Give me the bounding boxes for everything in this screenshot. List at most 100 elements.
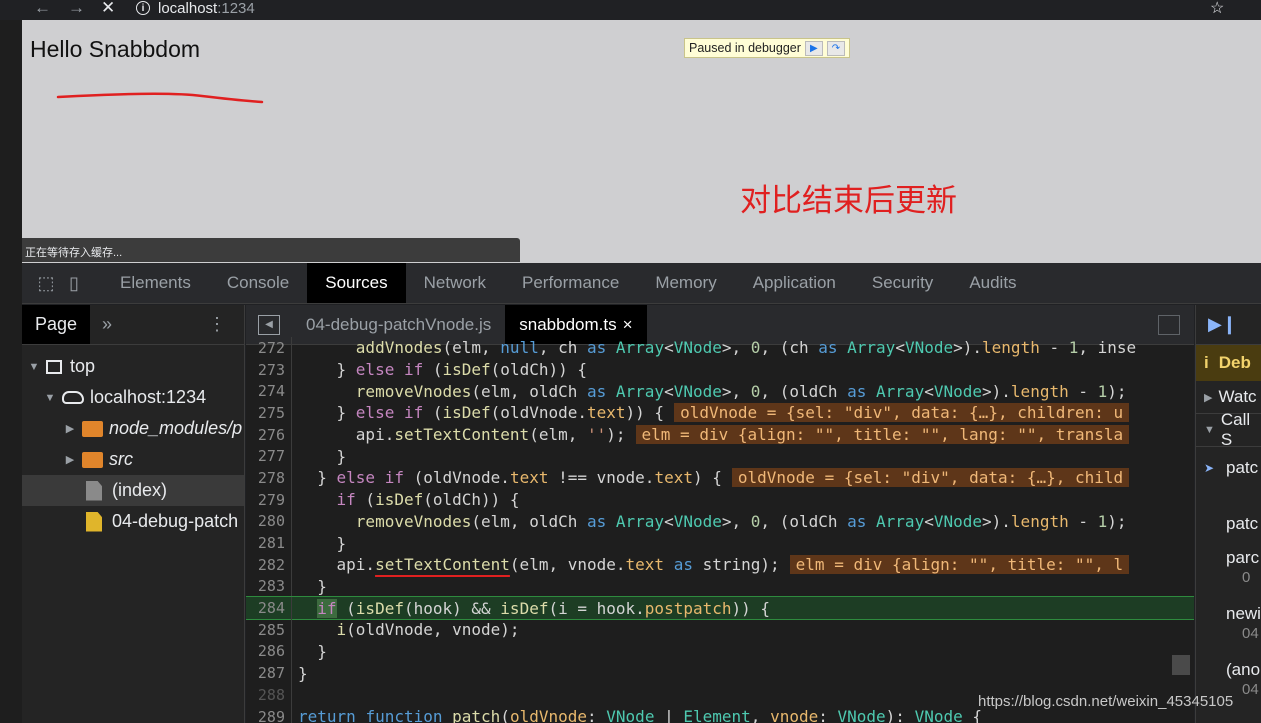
call-frame[interactable]: patc bbox=[1196, 509, 1261, 539]
navigator-tabs: Page » ⋮ bbox=[22, 305, 244, 345]
back-icon[interactable]: ← bbox=[34, 0, 51, 18]
collapsed-triangle-icon: ▶ bbox=[65, 423, 75, 435]
inspect-element-icon[interactable]: ⬚ bbox=[32, 263, 60, 303]
debugger-paused-banner: i Deb bbox=[1196, 345, 1261, 381]
paused-in-debugger-overlay: Paused in debugger ▶ ↷ bbox=[684, 38, 850, 58]
tab-network[interactable]: Network bbox=[406, 263, 504, 303]
line-number[interactable]: 279 bbox=[246, 488, 292, 511]
line-number[interactable]: 278 bbox=[246, 467, 292, 489]
tab-performance[interactable]: Performance bbox=[504, 263, 637, 303]
page-viewport: Hello Snabbdom Paused in debugger ▶ ↷ 对比… bbox=[22, 20, 1261, 263]
tree-item-top[interactable]: ▼ top bbox=[22, 351, 244, 382]
line-number[interactable]: 286 bbox=[246, 640, 292, 663]
browser-toolbar: ← → ✕ i localhost:1234 ☆ bbox=[0, 0, 1261, 20]
toggle-navigator-icon[interactable]: ◀ bbox=[258, 314, 280, 335]
code-line: 277 } bbox=[246, 445, 1194, 468]
collapsed-triangle-icon: ▶ bbox=[1204, 391, 1213, 404]
tab-application[interactable]: Application bbox=[735, 263, 854, 303]
left-edge bbox=[0, 20, 22, 723]
line-number[interactable]: 283 bbox=[246, 575, 292, 598]
banner-label: Deb bbox=[1218, 353, 1251, 372]
red-underline-annotation bbox=[56, 92, 264, 104]
step-over-button[interactable]: ↷ bbox=[826, 40, 845, 56]
editor-tab-label: 04-debug-patchVnode.js bbox=[306, 314, 492, 334]
tab-security[interactable]: Security bbox=[854, 263, 951, 303]
expanded-triangle-icon: ▼ bbox=[28, 360, 40, 373]
call-frame[interactable]: ➤ patc bbox=[1196, 453, 1261, 483]
stop-icon[interactable]: ✕ bbox=[101, 0, 115, 18]
frame-name: parc bbox=[1226, 548, 1260, 567]
call-frame[interactable]: newi 04 bbox=[1196, 599, 1261, 642]
tree-item-src[interactable]: ▶ src bbox=[22, 444, 244, 475]
tab-console[interactable]: Console bbox=[209, 263, 307, 303]
current-execution-line: 284 if (isDef(hook) && isDef(i = hook.po… bbox=[246, 596, 1194, 620]
file-icon bbox=[86, 480, 102, 501]
tree-label: src bbox=[109, 449, 133, 469]
resume-button[interactable]: ▶ bbox=[804, 40, 823, 56]
code-line: 286 } bbox=[246, 640, 1194, 663]
tab-page[interactable]: Page bbox=[22, 305, 91, 344]
line-number[interactable]: 288 bbox=[246, 684, 292, 706]
sources-navigator: Page » ⋮ ▼ top ▼ localhost:1234 ▶ node_m… bbox=[22, 305, 245, 723]
call-stack-section[interactable]: ▼ Call S bbox=[1196, 410, 1261, 449]
current-frame-arrow-icon: ➤ bbox=[1204, 461, 1215, 475]
status-bubble: 正在等待存入缓存... bbox=[22, 238, 520, 262]
line-number[interactable]: 284 bbox=[246, 597, 292, 619]
code-line: 287} bbox=[246, 662, 1194, 684]
frame-location: 04 bbox=[1242, 681, 1259, 698]
tab-audits[interactable]: Audits bbox=[951, 263, 1034, 303]
scrollbar-thumb[interactable] bbox=[1172, 655, 1190, 675]
debugger-sidebar: ▶❙ i Deb ▶ Watc ▼ Call S ➤ patc patc parc 0 n… bbox=[1195, 305, 1261, 723]
line-number[interactable]: 280 bbox=[246, 510, 292, 533]
frame-icon bbox=[46, 359, 62, 374]
line-number[interactable]: 289 bbox=[246, 705, 292, 723]
line-number[interactable]: 272 bbox=[246, 337, 292, 359]
close-icon[interactable]: × bbox=[623, 315, 633, 335]
file-tree: ▼ top ▼ localhost:1234 ▶ node_modules/p … bbox=[22, 345, 244, 537]
tree-item-debug-script[interactable]: 04-debug-patch bbox=[22, 506, 244, 537]
kebab-menu-icon[interactable]: ⋮ bbox=[208, 314, 226, 335]
line-number[interactable]: 274 bbox=[246, 380, 292, 403]
frame-name: patc bbox=[1226, 458, 1259, 477]
tree-item-localhost[interactable]: ▼ localhost:1234 bbox=[22, 382, 244, 413]
resume-icon[interactable]: ▶❙ bbox=[1208, 314, 1237, 335]
inline-value-annotation: oldVnode = {sel: "div", data: {…}, child bbox=[731, 468, 1130, 488]
code-line: 285 i(oldVnode, vnode); bbox=[246, 618, 1194, 641]
code-line: 273 } else if (isDef(oldCh)) { bbox=[246, 358, 1194, 381]
line-number[interactable]: 285 bbox=[246, 618, 292, 641]
device-toolbar-icon[interactable]: ▯ bbox=[60, 263, 88, 303]
tree-label: (index) bbox=[112, 480, 168, 500]
info-icon[interactable]: i bbox=[136, 1, 150, 15]
code-lines: 272 addVnodes(elm, null, ch as Array<VNo… bbox=[246, 337, 1194, 723]
toggle-debugger-icon[interactable] bbox=[1158, 315, 1180, 335]
tree-item-index[interactable]: (index) bbox=[22, 475, 244, 506]
call-frame[interactable]: (ano 04 bbox=[1196, 655, 1261, 698]
line-number[interactable]: 277 bbox=[246, 445, 292, 468]
line-number[interactable]: 281 bbox=[246, 532, 292, 554]
tab-elements[interactable]: Elements bbox=[102, 263, 209, 303]
code-line: 274 removeVnodes(elm, oldCh as Array<VNo… bbox=[246, 380, 1194, 403]
frame-name: newi bbox=[1226, 604, 1261, 623]
tab-sources[interactable]: Sources bbox=[307, 263, 406, 303]
line-number[interactable]: 275 bbox=[246, 402, 292, 424]
watermark: https://blog.csdn.net/weixin_45345105 bbox=[978, 693, 1234, 710]
tree-label: localhost:1234 bbox=[90, 387, 207, 407]
folder-icon bbox=[82, 420, 103, 437]
code-line: 278 } else if (oldVnode.text !== vnode.t… bbox=[246, 467, 1194, 489]
tab-memory[interactable]: Memory bbox=[637, 263, 734, 303]
line-number[interactable]: 273 bbox=[246, 358, 292, 381]
tree-item-node-modules[interactable]: ▶ node_modules/p bbox=[22, 413, 244, 444]
frame-name: (ano bbox=[1226, 660, 1261, 679]
tree-label: top bbox=[70, 356, 96, 376]
line-number[interactable]: 282 bbox=[246, 553, 292, 576]
cloud-icon bbox=[62, 391, 84, 404]
chinese-annotation: 对比结束后更新 bbox=[740, 183, 957, 219]
forward-icon[interactable]: → bbox=[68, 0, 85, 18]
bookmark-star-icon[interactable]: ☆ bbox=[1210, 0, 1224, 18]
line-number[interactable]: 287 bbox=[246, 662, 292, 684]
line-number[interactable]: 276 bbox=[246, 423, 292, 446]
call-frame[interactable]: parc 0 bbox=[1196, 543, 1261, 586]
more-tabs-icon[interactable]: » bbox=[102, 314, 112, 335]
code-line: 279 if (isDef(oldCh)) { bbox=[246, 488, 1194, 511]
address-bar[interactable]: i localhost:1234 bbox=[136, 0, 255, 17]
